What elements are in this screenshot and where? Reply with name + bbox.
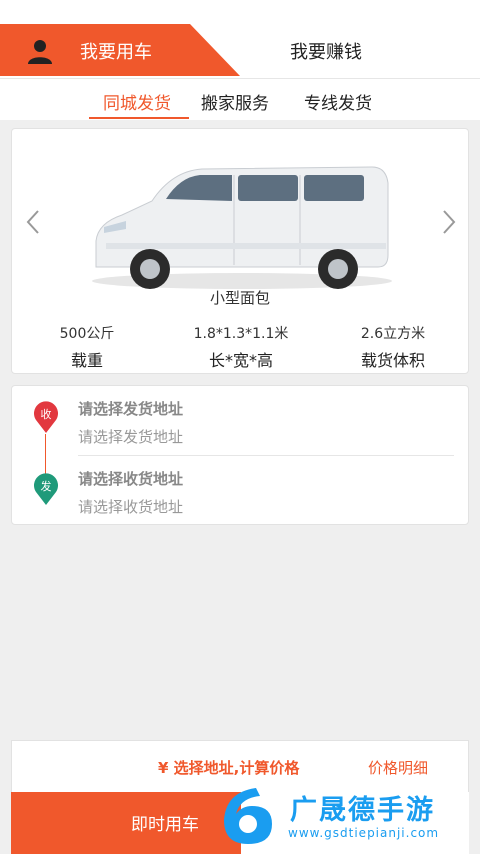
van-image	[92, 166, 392, 289]
spec-volume-label: 载货体积	[360, 351, 425, 370]
pickup-badge-text: 收	[41, 407, 52, 421]
tab-user-role[interactable]: 我要用车	[0, 24, 240, 76]
tab-moving[interactable]: 搬家服务	[201, 89, 269, 114]
spec-load: 500公斤 载重	[12, 323, 162, 371]
address-card: 收 发 请选择发货地址 请选择发货地址 请选择收货地址 请选择收货地址	[11, 385, 469, 525]
watermark-logo-icon	[224, 788, 272, 844]
vehicle-type-name: 小型面包	[209, 289, 270, 307]
address-divider	[78, 455, 454, 456]
watermark-url: www.gsdtiepianji.com	[288, 826, 440, 840]
service-tabs: 同城发货 搬家服务 专线发货	[0, 78, 480, 120]
chevron-left-icon[interactable]	[22, 207, 44, 237]
spec-volume: 2.6立方米 载货体积	[318, 323, 468, 371]
delivery-badge-text: 发	[41, 479, 52, 493]
price-calc-hint: ¥ 选择地址,计算价格	[158, 759, 300, 777]
order-now-button[interactable]: 即时用车	[11, 792, 241, 854]
route-connector-line	[45, 434, 46, 474]
role-tabs: 我要用车 我要赚钱	[0, 0, 480, 78]
delivery-address-field[interactable]: 请选择收货地址	[78, 496, 183, 517]
spec-load-label: 载重	[70, 351, 103, 370]
pickup-pin-icon: 收	[34, 401, 58, 433]
delivery-pin-icon: 发	[34, 473, 58, 505]
spec-load-value: 500公斤	[59, 326, 115, 342]
delivery-address-title[interactable]: 请选择收货地址	[78, 468, 183, 489]
vehicle-card: 小型面包 500公斤 载重 1.8*1.3*1.1米 长*宽*高 2.6立方米 …	[11, 128, 469, 374]
active-tab-underline	[89, 117, 189, 119]
pickup-address-field[interactable]: 请选择发货地址	[78, 426, 183, 447]
spec-volume-value: 2.6立方米	[360, 326, 426, 342]
spec-dimensions-label: 长*宽*高	[208, 351, 273, 370]
tab-dedicated-line[interactable]: 专线发货	[304, 89, 372, 114]
watermark-title: 广晟德手游	[290, 795, 435, 826]
tab-same-city[interactable]: 同城发货	[103, 89, 171, 114]
site-watermark: 广晟德手游 www.gsdtiepianji.com	[216, 782, 480, 854]
order-now-label: 即时用车	[131, 815, 199, 835]
pickup-address-title[interactable]: 请选择发货地址	[78, 398, 183, 419]
spec-dimensions: 1.8*1.3*1.1米 长*宽*高	[166, 323, 316, 371]
spec-dimensions-value: 1.8*1.3*1.1米	[193, 326, 289, 342]
user-icon	[28, 40, 52, 64]
tab-user-role-label: 我要用车	[80, 42, 152, 63]
price-detail-link[interactable]: 价格明细	[368, 757, 428, 778]
chevron-right-icon[interactable]	[438, 207, 460, 237]
tab-driver-role[interactable]: 我要赚钱	[290, 38, 362, 64]
